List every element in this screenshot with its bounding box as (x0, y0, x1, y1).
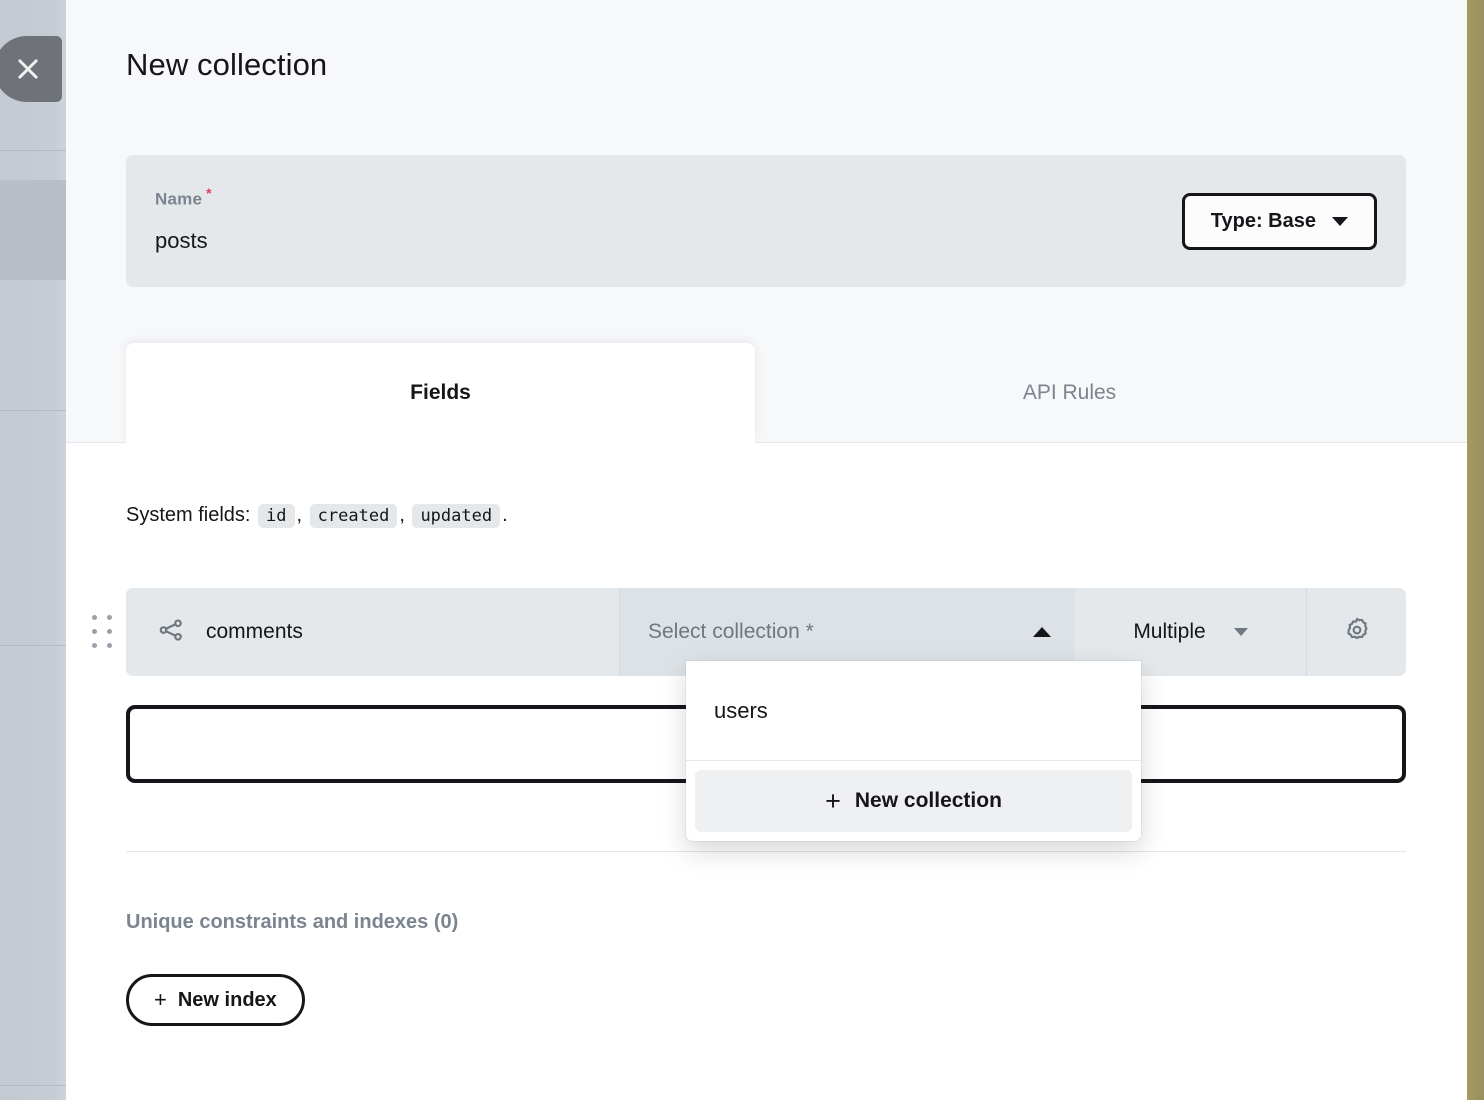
drag-dots-icon[interactable] (92, 615, 116, 651)
system-fields-sep-2: , (399, 504, 405, 526)
backdrop-divider (0, 150, 66, 151)
chevron-down-icon (1332, 217, 1348, 226)
chevron-up-icon (1033, 627, 1051, 637)
section-divider (126, 851, 1406, 852)
dropdown-new-collection-button[interactable]: + New collection (695, 770, 1132, 832)
dropdown-option-users[interactable]: users (686, 661, 1141, 761)
system-field-id: id (258, 504, 295, 528)
collection-select-dropdown: users + New collection (686, 661, 1141, 841)
drag-dot (92, 629, 97, 634)
collection-type-label: Type: Base (1210, 210, 1316, 232)
backdrop-divider (0, 645, 66, 646)
drag-dot (107, 615, 112, 620)
tab-api-rules[interactable]: API Rules (755, 343, 1384, 443)
collection-name-label-text: Name (155, 189, 203, 209)
collection-name-card: Name * posts Type: Base (126, 155, 1406, 287)
close-icon (13, 54, 43, 84)
required-marker: * (206, 185, 212, 201)
field-name-cell[interactable]: comments (126, 588, 620, 676)
drag-dot (107, 629, 112, 634)
relation-icon (156, 615, 186, 650)
field-options-button[interactable] (1307, 588, 1406, 676)
dropdown-new-collection-label: New collection (854, 789, 1002, 812)
tab-fields[interactable]: Fields (126, 343, 755, 443)
new-collection-panel: New collection Name * posts Type: Base Fi… (66, 0, 1467, 1100)
backdrop-divider (0, 1085, 66, 1086)
system-fields-end: . (502, 504, 508, 526)
field-name-value: comments (206, 620, 303, 643)
system-fields-sep-1: , (296, 504, 303, 526)
backdrop-divider (0, 410, 66, 411)
collection-name-input[interactable]: posts (155, 228, 208, 254)
drag-dot (107, 643, 112, 648)
panel-tabs: Fields API Rules (126, 343, 1406, 443)
collection-type-button[interactable]: Type: Base (1181, 193, 1377, 250)
system-fields-prefix: System fields: (126, 504, 251, 526)
page-title: New collection (126, 47, 328, 82)
cardinality-value: Multiple (1133, 620, 1206, 643)
collection-select-placeholder: Select collection * (648, 620, 814, 643)
drag-dot (92, 615, 97, 620)
gear-icon (1342, 615, 1372, 650)
collection-name-label: Name * (155, 185, 212, 210)
backdrop-sidebar-item-selected (0, 180, 66, 280)
new-index-button[interactable]: + New index (126, 974, 305, 1026)
system-field-updated: updated (412, 504, 501, 528)
backdrop-sidebar (0, 0, 66, 1100)
close-modal-button[interactable] (0, 36, 62, 102)
panel-header: New collection Name * posts Type: Base Fi… (66, 0, 1467, 443)
drag-dot (92, 643, 97, 648)
plus-icon: + (154, 987, 167, 1012)
system-fields-note: System fields: id, created, updated. (126, 504, 508, 528)
system-field-created: created (309, 504, 398, 528)
plus-icon: + (825, 785, 841, 816)
indexes-section-title: Unique constraints and indexes (0) (126, 911, 459, 933)
backdrop-accent-strip (1467, 0, 1484, 1100)
chevron-down-icon (1233, 628, 1248, 636)
new-index-button-label: New index (177, 988, 277, 1011)
